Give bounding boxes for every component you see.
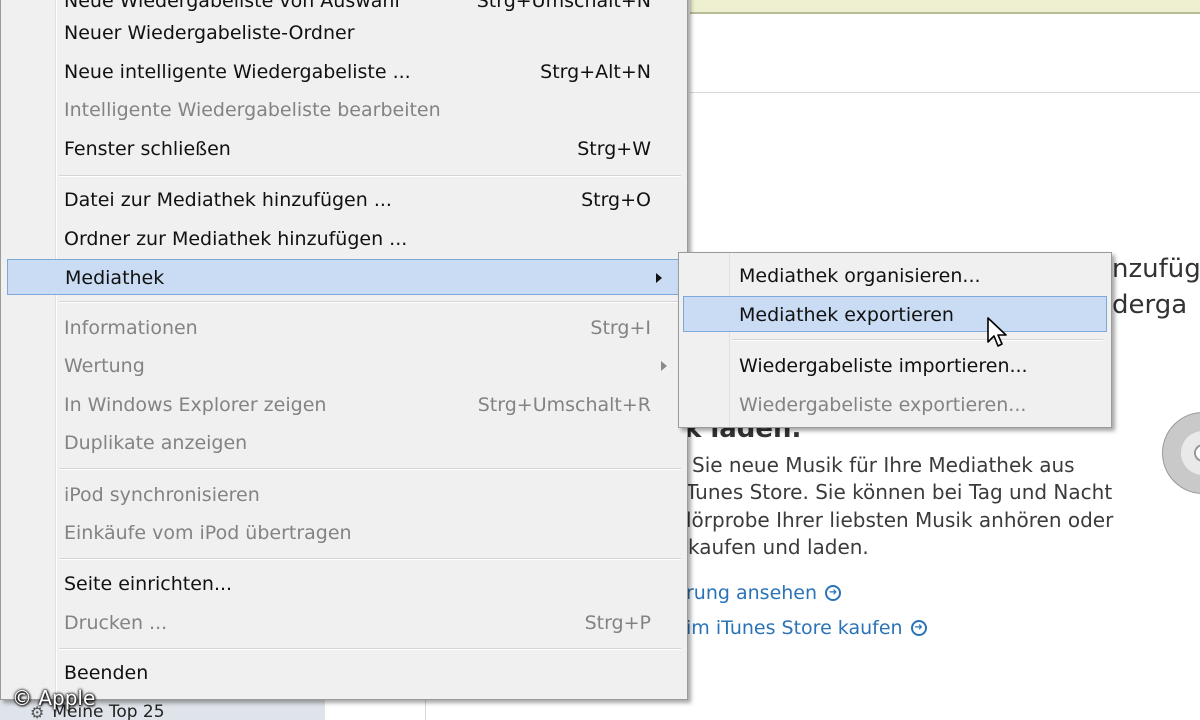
menu-item-label: Mediathek exportieren bbox=[739, 304, 954, 326]
menu-item-label: Ordner zur Mediathek hinzufügen ... bbox=[64, 228, 408, 250]
menu-item-shortcut: Strg+O bbox=[581, 189, 651, 211]
menu-item-label: Fenster schließen bbox=[64, 138, 231, 160]
submenu-item-export-playlist[interactable]: Wiedergabeliste exportieren... bbox=[683, 387, 1107, 423]
menu-item-shortcut: Strg+I bbox=[590, 317, 651, 339]
menu-separator bbox=[59, 301, 681, 303]
menu-item-label: Einkäufe vom iPod übertragen bbox=[64, 522, 352, 544]
menu-item-close-window[interactable]: Fenster schließen Strg+W bbox=[5, 131, 683, 167]
menu-separator bbox=[59, 175, 681, 177]
menu-item-edit-smart-playlist[interactable]: Intelligente Wiedergabeliste bearbeiten bbox=[5, 92, 683, 128]
menu-item-shortcut: Strg+Alt+N bbox=[540, 61, 651, 83]
arrow-circle-icon: ➜ bbox=[910, 620, 927, 636]
menu-separator bbox=[59, 468, 681, 470]
copyright-watermark: © Apple bbox=[12, 686, 96, 710]
menu-item-page-setup[interactable]: Seite einrichten... bbox=[5, 566, 683, 602]
menu-separator bbox=[59, 558, 681, 560]
menu-item-label: Mediathek organisieren... bbox=[739, 265, 981, 287]
menu-item-library[interactable]: Mediathek bbox=[7, 259, 679, 295]
menu-item-label: Wiedergabeliste exportieren... bbox=[739, 394, 1027, 416]
menu-item-label: Neuer Wiedergabeliste-Ordner bbox=[64, 22, 355, 44]
menu-item-show-in-explorer[interactable]: In Windows Explorer zeigen Strg+Umschalt… bbox=[5, 387, 683, 423]
menu-item-add-folder[interactable]: Ordner zur Mediathek hinzufügen ... bbox=[5, 221, 683, 257]
menu-item-print[interactable]: Drucken ... Strg+P bbox=[5, 605, 683, 641]
menu-item-show-duplicates[interactable]: Duplikate anzeigen bbox=[5, 425, 683, 461]
arrow-circle-icon: ➜ bbox=[825, 585, 842, 601]
link-label: im iTunes Store kaufen bbox=[686, 617, 903, 639]
heading-fragment: derga bbox=[1112, 290, 1188, 320]
top-info-bar bbox=[690, 0, 1200, 14]
submenu-item-organize-library[interactable]: Mediathek organisieren... bbox=[683, 258, 1107, 294]
menu-item-info[interactable]: Informationen Strg+I bbox=[5, 310, 683, 346]
menu-item-sync-ipod[interactable]: iPod synchronisieren bbox=[5, 477, 683, 513]
menu-item-label: iPod synchronisieren bbox=[64, 484, 260, 506]
menu-item-shortcut: Strg+P bbox=[584, 612, 651, 634]
submenu-item-import-playlist[interactable]: Wiedergabeliste importieren... bbox=[683, 348, 1107, 384]
menu-item-shortcut: Strg+W bbox=[577, 138, 651, 160]
menu-item-label: Intelligente Wiedergabeliste bearbeiten bbox=[64, 99, 441, 121]
menu-item-rating[interactable]: Wertung bbox=[5, 348, 683, 384]
menu-item-new-smart-playlist[interactable]: Neue intelligente Wiedergabeliste ... St… bbox=[5, 54, 683, 90]
menu-item-label: Informationen bbox=[64, 317, 198, 339]
menu-item-label: Mediathek bbox=[65, 267, 165, 289]
store-body-line: Tunes Store. Sie können bei Tag und Nach… bbox=[686, 480, 1113, 504]
library-submenu: Mediathek organisieren... Mediathek expo… bbox=[678, 252, 1112, 428]
menu-item-new-playlist-folder[interactable]: Neuer Wiedergabeliste-Ordner bbox=[5, 15, 683, 51]
submenu-arrow-icon bbox=[656, 273, 662, 283]
store-body-line: Sie neue Musik für Ihre Mediathek aus bbox=[692, 453, 1075, 477]
menu-separator bbox=[733, 339, 1103, 341]
store-link-buy[interactable]: im iTunes Store kaufen ➜ bbox=[686, 617, 927, 639]
divider bbox=[690, 92, 1200, 93]
menu-item-add-file[interactable]: Datei zur Mediathek hinzufügen ... Strg+… bbox=[5, 182, 683, 218]
menu-separator bbox=[59, 648, 681, 650]
store-body-line: lörprobe Ihrer liebsten Musik anhören od… bbox=[686, 508, 1114, 532]
mouse-pointer-icon bbox=[987, 317, 1007, 347]
menu-item-label: Wiedergabeliste importieren... bbox=[739, 355, 1028, 377]
menu-item-label: Wertung bbox=[64, 355, 145, 377]
menu-item-quit[interactable]: Beenden bbox=[5, 655, 683, 691]
menu-item-label: In Windows Explorer zeigen bbox=[64, 394, 327, 416]
submenu-item-export-library[interactable]: Mediathek exportieren bbox=[683, 296, 1107, 332]
store-body-line: kaufen und laden. bbox=[688, 535, 869, 559]
menu-item-transfer-purchases[interactable]: Einkäufe vom iPod übertragen bbox=[5, 515, 683, 551]
link-label: rung ansehen bbox=[686, 582, 818, 604]
menu-item-label: Seite einrichten... bbox=[64, 573, 233, 595]
menu-item-label: Drucken ... bbox=[64, 612, 168, 634]
menu-item-label: Datei zur Mediathek hinzufügen ... bbox=[64, 189, 392, 211]
menu-item-label: Duplikate anzeigen bbox=[64, 432, 248, 454]
menu-item-label: Neue intelligente Wiedergabeliste ... bbox=[64, 61, 411, 83]
file-menu: Neue Wiedergabeliste von Auswahl Strg+Um… bbox=[0, 0, 688, 700]
submenu-arrow-icon bbox=[661, 361, 667, 371]
heading-fragment: nzufüg bbox=[1112, 254, 1200, 284]
screen: ⚙ Meine Top 25 nzufüg derga k laden. Sie… bbox=[0, 0, 1200, 720]
store-link-view[interactable]: rung ansehen ➜ bbox=[686, 582, 842, 604]
menu-item-shortcut: Strg+Umschalt+R bbox=[477, 394, 651, 416]
